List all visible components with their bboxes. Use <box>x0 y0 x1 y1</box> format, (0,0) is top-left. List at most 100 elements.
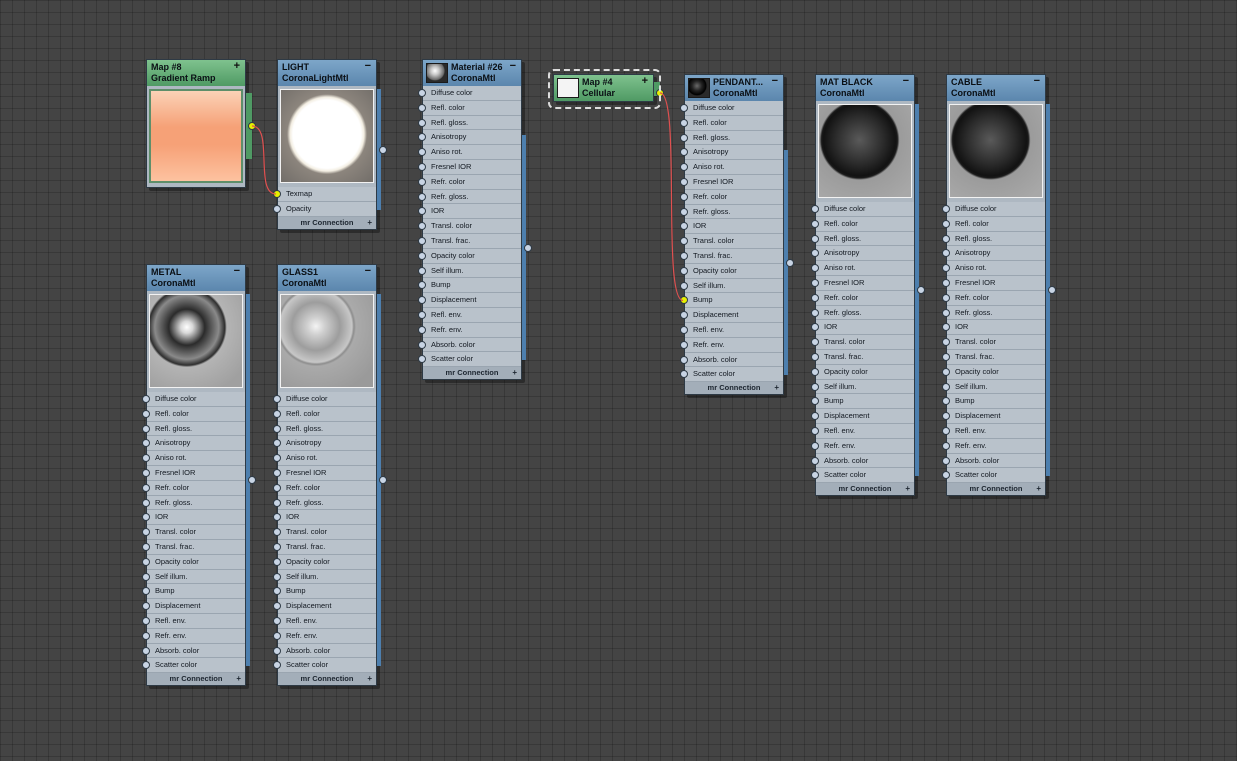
input-slot[interactable]: Scatter color <box>811 468 914 484</box>
node-cable[interactable]: CABLE CoronaMtl − Diffuse color Refl. color R… <box>942 74 1056 500</box>
input-socket[interactable] <box>811 441 819 450</box>
input-slot[interactable]: Opacity color <box>942 364 1045 380</box>
input-socket[interactable] <box>142 542 150 551</box>
input-slot[interactable]: Refr. env. <box>418 322 521 338</box>
input-slot[interactable]: Scatter color <box>418 352 521 368</box>
input-slot[interactable]: Self illum. <box>273 569 376 585</box>
input-socket[interactable] <box>942 352 950 361</box>
input-socket[interactable] <box>811 278 819 287</box>
input-slot[interactable]: Refr. color <box>942 290 1045 306</box>
input-slot[interactable]: Diffuse color <box>942 202 1045 217</box>
input-socket[interactable] <box>273 587 281 596</box>
input-slot[interactable]: Bump <box>273 584 376 600</box>
input-slot[interactable]: Refl. gloss. <box>811 231 914 247</box>
input-slot[interactable]: IOR <box>942 320 1045 336</box>
input-socket[interactable] <box>273 424 281 433</box>
input-socket[interactable] <box>942 382 950 391</box>
input-slot[interactable]: Bump <box>942 394 1045 410</box>
input-socket[interactable] <box>942 456 950 465</box>
input-socket[interactable] <box>142 528 150 537</box>
input-slot[interactable]: Refr. color <box>418 174 521 190</box>
input-socket[interactable] <box>142 646 150 655</box>
input-socket[interactable] <box>680 266 688 275</box>
input-slot[interactable]: Aniso rot. <box>942 261 1045 276</box>
footer-expand-icon[interactable]: + <box>1036 483 1041 495</box>
footer-expand-icon[interactable]: + <box>236 673 241 685</box>
input-socket[interactable] <box>418 162 426 171</box>
input-socket[interactable] <box>273 204 281 213</box>
output-socket[interactable] <box>786 258 794 267</box>
input-slot[interactable]: Displacement <box>942 409 1045 424</box>
input-socket[interactable] <box>942 426 950 435</box>
input-slot[interactable]: Diffuse color <box>418 86 521 101</box>
footer-expand-icon[interactable]: + <box>367 217 372 229</box>
slate-node-editor-canvas[interactable]: Map #8 Gradient Ramp + LIGHT CoronaLightMtl −… <box>0 0 1237 761</box>
input-socket[interactable] <box>273 439 281 448</box>
input-slot[interactable]: Transl. color <box>142 525 245 540</box>
input-socket[interactable] <box>680 251 688 260</box>
input-socket[interactable] <box>942 471 950 480</box>
collapse-button[interactable]: − <box>365 61 371 72</box>
input-slot[interactable]: Transl. frac. <box>680 248 783 264</box>
input-slot[interactable]: Refr. env. <box>273 628 376 644</box>
input-socket[interactable] <box>942 293 950 302</box>
input-slot[interactable]: Refl. color <box>418 100 521 116</box>
input-slot[interactable]: Refr. env. <box>811 438 914 454</box>
input-socket[interactable] <box>811 308 819 317</box>
collapse-button[interactable]: − <box>510 61 516 72</box>
collapse-button[interactable]: − <box>903 76 909 87</box>
input-slot[interactable]: Diffuse color <box>273 392 376 407</box>
input-slot[interactable]: Displacement <box>811 409 914 424</box>
input-slot[interactable]: Refl. color <box>273 406 376 422</box>
output-socket[interactable] <box>379 145 387 154</box>
node-header[interactable]: CABLE CoronaMtl − <box>947 75 1045 101</box>
input-slot[interactable]: Anisotropy <box>942 246 1045 262</box>
input-socket[interactable] <box>811 367 819 376</box>
input-socket[interactable] <box>418 266 426 275</box>
input-slot[interactable]: Refl. color <box>811 216 914 232</box>
input-slot[interactable]: Self illum. <box>811 379 914 395</box>
input-socket[interactable] <box>418 251 426 260</box>
input-socket[interactable] <box>942 397 950 406</box>
input-slot[interactable]: Refl. color <box>680 115 783 131</box>
input-slot[interactable]: Aniso rot. <box>811 261 914 276</box>
input-slot[interactable]: Absorb. color <box>418 337 521 353</box>
input-slot[interactable]: Transl. color <box>811 335 914 350</box>
collapse-button[interactable]: − <box>365 266 371 277</box>
output-socket[interactable] <box>1048 286 1056 294</box>
input-socket[interactable] <box>418 340 426 349</box>
input-slot[interactable]: Opacity color <box>142 554 245 570</box>
node-map4[interactable]: Map #4 Cellular + <box>548 69 664 109</box>
input-socket[interactable] <box>811 471 819 480</box>
input-socket[interactable] <box>418 325 426 334</box>
input-socket[interactable] <box>811 293 819 302</box>
input-socket[interactable] <box>273 483 281 492</box>
input-socket[interactable] <box>142 439 150 448</box>
node-header[interactable]: GLASS1 CoronaMtl − <box>278 265 376 291</box>
input-socket[interactable] <box>418 133 426 142</box>
input-socket[interactable] <box>811 264 819 273</box>
input-socket[interactable] <box>273 646 281 655</box>
input-slot[interactable]: Diffuse color <box>142 392 245 407</box>
input-slot[interactable]: Anisotropy <box>142 436 245 452</box>
input-slot[interactable]: Self illum. <box>680 278 783 294</box>
input-slot[interactable]: Transl. color <box>680 234 783 249</box>
input-slot[interactable]: Refl. env. <box>273 613 376 629</box>
footer-expand-icon[interactable]: + <box>367 673 372 685</box>
node-matblack[interactable]: MAT BLACK CoronaMtl − Diffuse color Refl. co… <box>811 74 925 500</box>
input-socket[interactable] <box>418 103 426 112</box>
input-socket[interactable] <box>680 163 688 172</box>
input-socket[interactable] <box>418 89 426 97</box>
input-slot[interactable]: Absorb. color <box>680 352 783 368</box>
input-slot[interactable]: Fresnel IOR <box>942 275 1045 291</box>
input-slot[interactable]: Anisotropy <box>273 436 376 452</box>
input-slot[interactable]: Transl. color <box>273 525 376 540</box>
input-socket[interactable] <box>273 513 281 522</box>
input-socket[interactable] <box>273 468 281 477</box>
input-slot[interactable]: Transl. frac. <box>418 233 521 249</box>
input-socket[interactable] <box>680 281 688 290</box>
input-slot[interactable]: Refl. env. <box>942 423 1045 439</box>
input-slot[interactable]: Texmap <box>273 187 376 202</box>
input-socket[interactable] <box>142 395 150 403</box>
node-metal[interactable]: METAL CoronaMtl − Diffuse color Refl. color R… <box>142 264 256 690</box>
